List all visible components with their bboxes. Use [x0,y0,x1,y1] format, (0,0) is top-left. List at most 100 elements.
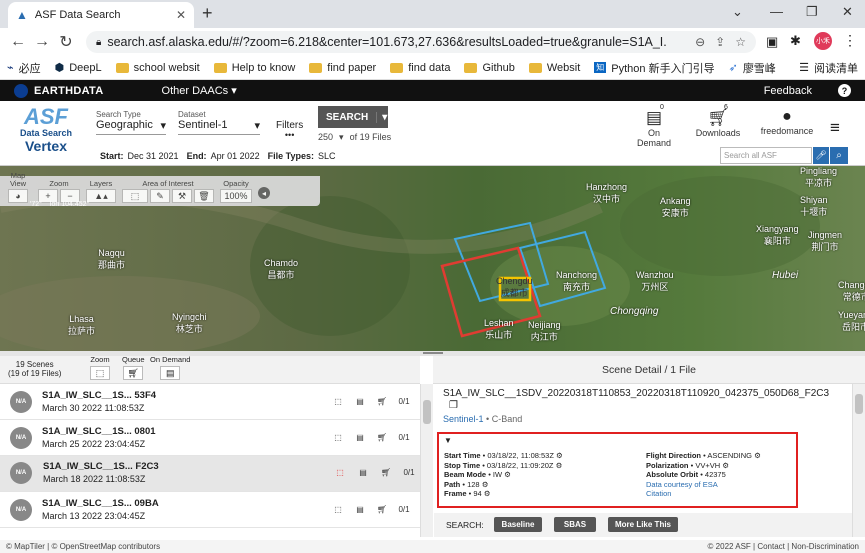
add-to-queue-icon[interactable]: 🛒︎ [371,397,393,406]
esa-courtesy-link[interactable]: Data courtesy of ESA [646,480,761,490]
on-demand-all[interactable]: On Demand ▤ [150,355,190,380]
detail-scrollbar[interactable] [852,384,865,537]
chevron-down-icon[interactable]: ⌄ [732,4,743,20]
help-icon[interactable]: ? [838,84,851,97]
bookmark-folder[interactable]: Help to know [207,62,303,74]
bookmark-item[interactable]: ➶ 廖雪峰 [722,60,783,76]
globe-icon[interactable]: ◕ [8,189,28,203]
mountain-layers-icon[interactable]: ▲▴ [86,189,116,203]
stack-icon: ▤ 0 [645,104,664,127]
dataset-select[interactable]: Sentinel-1 ▾ [178,119,260,135]
result-row[interactable]: N/A S1A_IW_SLC__1S... 0801 March 25 2022 … [0,420,420,456]
map-label: Chengdu 成都市 [496,276,533,298]
bookmark-item[interactable]: ⌁ 必应 [0,60,48,76]
bookmark-folder[interactable]: school websit [109,62,207,74]
map-label: Hubei [772,270,799,281]
bookmark-folder[interactable]: find paper [302,62,383,74]
new-tab-button[interactable]: + [202,3,213,24]
zoom-to-scene-icon[interactable]: ⬚ [327,397,349,406]
map-label: Yueyang岳阳市 [838,310,865,332]
thumbnail-placeholder: N/A [10,426,32,449]
results-scrollbar[interactable] [420,384,433,537]
bookmark-folder[interactable]: Github [457,62,521,74]
on-demand-icon[interactable]: ▤ [349,505,371,514]
reload-icon[interactable]: ↻ [54,32,78,52]
downloads-button[interactable]: 🛒︎ 6 Downloads [694,104,742,138]
browser-tab[interactable]: ▲ ASF Data Search ✕ [8,2,194,28]
minimize-button[interactable]: — [770,4,783,19]
search-type-select[interactable]: Geographic ▾ [96,119,166,135]
zoom-to-results[interactable]: Zoom ⬚ [90,355,110,380]
search-button[interactable]: SEARCH ▾ [318,106,388,128]
extension-icon[interactable]: ▣ [766,34,778,50]
user-button[interactable]: ● freedomance [758,108,816,136]
profile-avatar[interactable]: 小禾 [814,32,832,50]
asf-footer-links[interactable]: © 2022 ASF | Contact | Non-Discriminatio… [708,542,859,551]
reading-list[interactable]: ☰ 阅读清单 [792,60,865,76]
star-icon[interactable]: ☆ [735,35,746,49]
zoom-to-scene-icon[interactable]: ⬚ [329,468,351,477]
map-label: Jingmen 荆门市 [808,230,843,252]
magic-wand-icon[interactable]: ⚒ [172,189,192,203]
filters-button[interactable]: Filters ••• [276,120,303,140]
address-bar[interactable]: 🔒︎ search.asf.alaska.edu/#/?zoom=6.218&c… [86,31,756,53]
close-window-button[interactable]: ✕ [842,4,853,20]
folder-icon [464,62,478,73]
zhihu-icon: 知 [594,62,607,73]
copy-icon[interactable]: ❐ [449,400,458,411]
search-icon[interactable]: ⌕ [830,147,848,164]
max-results[interactable]: 250 ▾ of 19 Files [318,132,391,143]
file-count: 0/1 [398,433,410,442]
asf-logo[interactable]: ASF Data Search Vertex [16,106,76,158]
add-to-queue-icon[interactable]: 🛒︎ [371,505,393,514]
maximize-button[interactable]: ❐ [806,4,818,20]
queue-all[interactable]: Queue 🛒︎ [122,355,145,380]
reading-list-icon: ☰ [799,62,809,74]
result-row[interactable]: N/A S1A_IW_SLC__1S... 53F4 March 30 2022 … [0,384,420,420]
zoom-to-scene-icon[interactable]: ⬚ [327,433,349,442]
other-daacs-menu[interactable]: Other DAACs ▾ [162,84,237,97]
baseline-button[interactable]: Baseline [494,517,542,532]
back-icon[interactable]: ← [6,33,30,51]
on-demand-icon[interactable]: ▤ [352,468,374,477]
dataset-label: Dataset [178,110,206,119]
on-demand-button[interactable]: ▤ 0 On Demand [630,104,678,148]
result-row[interactable]: N/A S1A_IW_SLC__1S... 09BA March 13 2022 … [0,492,420,528]
on-demand-icon[interactable]: ▤ [349,433,371,442]
share-icon[interactable]: ⇪ [715,35,725,49]
bookmark-item[interactable]: ⬢ DeepL [48,61,109,75]
puzzle-icon[interactable]: ✱ [790,33,801,49]
asf-search-input[interactable]: Search all ASF [720,147,812,164]
pencil-icon[interactable]: ✎ [150,189,170,203]
add-to-queue-icon[interactable]: 🛒︎ [375,468,397,477]
sensor-info: Sentinel-1 • C-Band [443,414,523,424]
zoom-to-scene-icon[interactable]: ⬚ [327,505,349,514]
more-like-this-button[interactable]: More Like This [608,517,678,532]
sbas-button[interactable]: SBAS [554,517,596,532]
opacity-group: Opacity 100% [220,179,252,203]
forward-icon[interactable]: → [30,33,54,51]
result-row-selected[interactable]: N/A S1A_IW_SLC__1S... F2C3 March 18 2022 … [0,456,420,492]
zoom-icon[interactable]: ⊖ [695,35,705,49]
scene-detail-header: Scene Detail / 1 File [433,356,865,384]
close-tab-icon[interactable]: ✕ [176,8,186,22]
bookmark-item[interactable]: 知 Python 新手入门引导 [587,60,721,76]
bbox-draw-icon[interactable]: ⬚ [122,189,148,203]
sensor-link[interactable]: Sentinel-1 [443,414,484,424]
citation-link[interactable]: Citation [646,489,761,499]
expand-triangle-icon[interactable]: ▼ [444,436,452,445]
bookmark-folder[interactable]: Websit [522,62,587,74]
feedback-link[interactable]: Feedback [764,85,812,97]
hamburger-menu-icon[interactable]: ≡ [830,118,840,138]
trash-icon[interactable]: 🗑︎ [194,189,214,203]
browser-menu-icon[interactable]: ⋮ [843,32,857,49]
bookmark-folder[interactable]: find data [383,62,457,74]
opacity-select[interactable]: 100% [220,189,252,203]
add-to-queue-icon[interactable]: 🛒︎ [371,433,393,442]
zoom-group: Zoom + − [38,179,80,203]
collapse-toolbar-icon[interactable]: ◂ [258,187,270,199]
earthdata-brand[interactable]: EARTHDATA [34,85,104,97]
microphone-icon[interactable]: 🎤︎ [813,147,829,164]
on-demand-icon[interactable]: ▤ [349,397,371,406]
map-attribution[interactable]: © MapTiler | © OpenStreetMap contributor… [6,542,160,551]
